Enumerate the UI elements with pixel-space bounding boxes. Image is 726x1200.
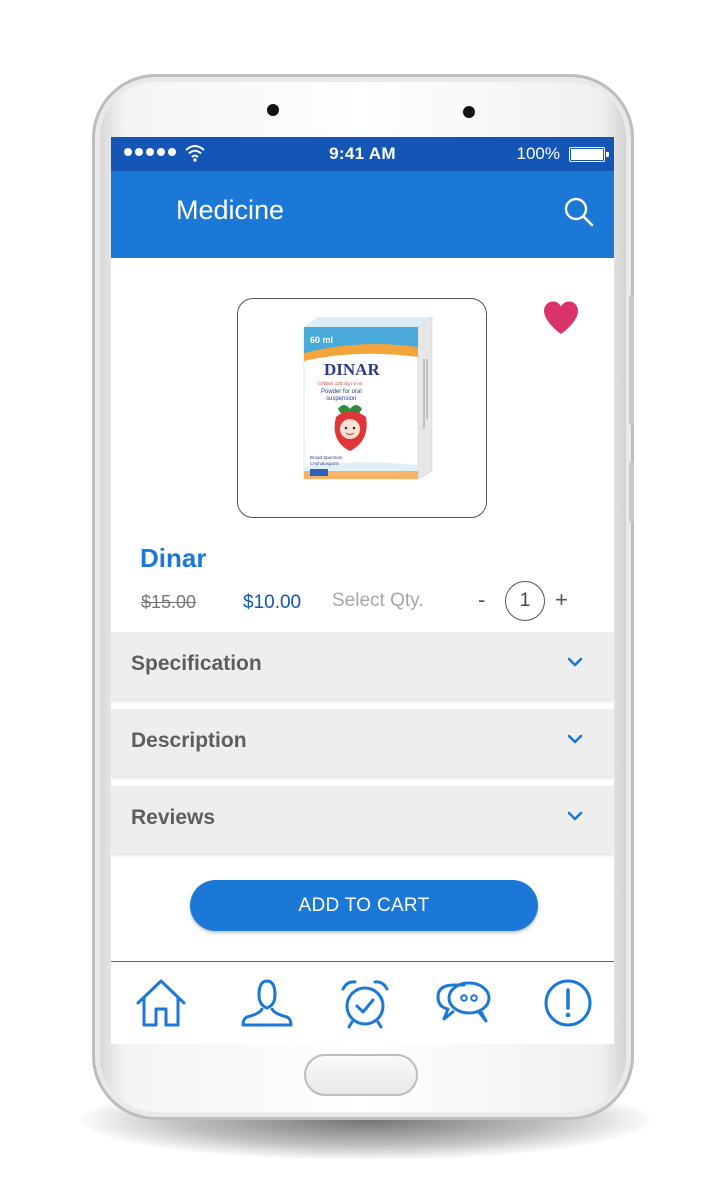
section-description[interactable]: Description (111, 709, 614, 776)
package-brand: DINAR (324, 360, 380, 379)
package-spectrum-1: Broad Spectrum (310, 455, 343, 460)
sale-price: $10.00 (243, 592, 302, 613)
power-button (629, 462, 634, 522)
section-label: Description (131, 729, 247, 752)
package-form-1: Powder for oral (321, 389, 362, 395)
add-to-cart-button[interactable]: ADD TO CART (190, 880, 538, 931)
chevron-down-icon (567, 734, 583, 744)
app-screen: 9:41 AM 100% Medicine 60 ml DINAR Cefdin… (111, 137, 614, 1044)
product-image: 60 ml DINAR Cefdinir 125 mg / 5 ml Powde… (303, 316, 433, 480)
volume-button (629, 295, 634, 425)
bottom-nav-divider (111, 961, 614, 962)
package-dose: Cefdinir 125 mg / 5 ml (318, 381, 362, 386)
product-name: Dinar (140, 543, 207, 573)
favorite-heart-icon[interactable] (542, 300, 580, 336)
app-bar: Medicine (111, 171, 614, 258)
chat-icon[interactable] (434, 973, 494, 1033)
package-spectrum-2: Cephalosporin (310, 461, 340, 466)
product-image-frame[interactable]: 60 ml DINAR Cefdinir 125 mg / 5 ml Powde… (237, 298, 487, 518)
package-volume: 60 ml (310, 335, 333, 345)
package-form-2: suspension (326, 396, 356, 402)
quantity-value: 1 (505, 581, 545, 621)
original-price: $15.00 (141, 592, 197, 612)
section-label: Specification (131, 652, 262, 675)
home-icon[interactable] (131, 973, 191, 1033)
chevron-down-icon (567, 811, 583, 821)
status-bar: 9:41 AM 100% (111, 137, 614, 171)
front-camera (267, 104, 279, 116)
page-title: Medicine (176, 195, 285, 225)
home-hardware-button[interactable] (304, 1054, 418, 1096)
front-sensor (463, 106, 475, 118)
quantity-decrease-button[interactable]: - (478, 587, 485, 613)
search-icon[interactable] (562, 195, 596, 229)
alarm-clock-icon[interactable] (335, 973, 395, 1033)
info-icon[interactable] (538, 973, 598, 1033)
section-label: Reviews (131, 806, 216, 829)
battery-percent: 100% (516, 144, 560, 163)
quantity-increase-button[interactable]: + (555, 587, 568, 613)
section-reviews[interactable]: Reviews (111, 786, 614, 853)
chevron-down-icon (567, 657, 583, 667)
section-specification[interactable]: Specification (111, 632, 614, 699)
user-icon[interactable] (237, 973, 297, 1033)
quantity-label: Select Qty. (332, 590, 424, 611)
battery-icon (569, 147, 609, 162)
